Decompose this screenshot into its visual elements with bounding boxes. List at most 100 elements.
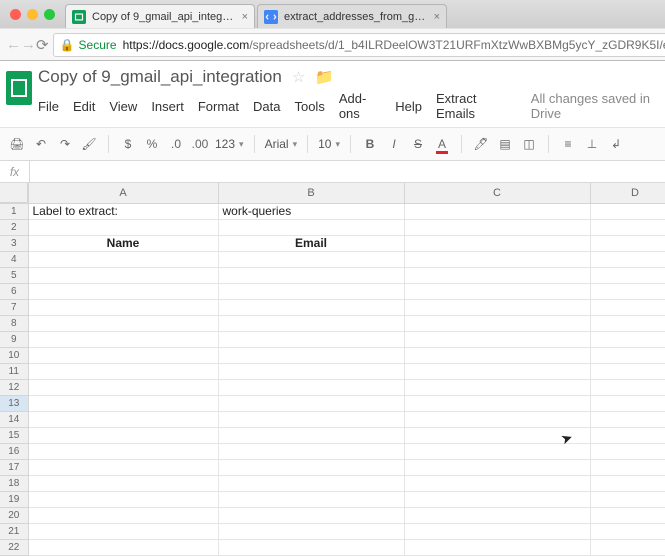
row-header[interactable]: 22 bbox=[0, 539, 28, 555]
cell[interactable] bbox=[218, 331, 404, 347]
borders-icon[interactable]: ▤ bbox=[496, 137, 514, 151]
cell[interactable] bbox=[590, 267, 665, 283]
number-format-select[interactable]: 123▾ bbox=[215, 137, 244, 151]
cell[interactable] bbox=[218, 507, 404, 523]
forward-button[interactable]: → bbox=[21, 36, 36, 53]
menu-view[interactable]: View bbox=[109, 99, 137, 114]
column-header[interactable]: A bbox=[28, 183, 218, 203]
bold-button[interactable]: B bbox=[361, 137, 379, 151]
cell[interactable] bbox=[590, 315, 665, 331]
reload-button[interactable]: ⟳ bbox=[36, 36, 49, 54]
back-button[interactable]: ← bbox=[6, 36, 21, 53]
cell[interactable] bbox=[28, 427, 218, 443]
address-bar[interactable]: 🔒 Secure https://docs.google.com /spread… bbox=[53, 33, 665, 57]
cell[interactable] bbox=[590, 475, 665, 491]
cell[interactable] bbox=[404, 427, 590, 443]
cell[interactable] bbox=[28, 283, 218, 299]
row-header[interactable]: 16 bbox=[0, 443, 28, 459]
row-header[interactable]: 11 bbox=[0, 363, 28, 379]
font-size-select[interactable]: 10▾ bbox=[318, 137, 340, 151]
cell[interactable] bbox=[28, 219, 218, 235]
cell[interactable] bbox=[218, 539, 404, 555]
merge-cells-icon[interactable]: ◫ bbox=[520, 137, 538, 151]
close-tab-icon[interactable]: × bbox=[434, 11, 440, 23]
cell[interactable] bbox=[28, 475, 218, 491]
cell[interactable] bbox=[218, 363, 404, 379]
cell[interactable] bbox=[404, 315, 590, 331]
row-header[interactable]: 3 bbox=[0, 235, 28, 251]
row-header[interactable]: 18 bbox=[0, 475, 28, 491]
cell[interactable]: Label to extract: bbox=[28, 203, 218, 219]
cell[interactable]: work-queries bbox=[218, 203, 404, 219]
select-all-corner[interactable] bbox=[0, 183, 28, 203]
cell[interactable] bbox=[404, 507, 590, 523]
cell[interactable]: Email bbox=[218, 235, 404, 251]
cell[interactable] bbox=[404, 331, 590, 347]
row-header[interactable]: 4 bbox=[0, 251, 28, 267]
cell[interactable] bbox=[218, 443, 404, 459]
cell[interactable] bbox=[590, 523, 665, 539]
cell[interactable] bbox=[28, 315, 218, 331]
cell[interactable] bbox=[404, 363, 590, 379]
row-header[interactable]: 15 bbox=[0, 427, 28, 443]
font-select[interactable]: Arial▾ bbox=[265, 137, 298, 151]
row-header[interactable]: 14 bbox=[0, 411, 28, 427]
browser-tab-active[interactable]: Copy of 9_gmail_api_integratio × bbox=[65, 4, 255, 28]
cell[interactable] bbox=[28, 539, 218, 555]
cell[interactable] bbox=[590, 347, 665, 363]
cell[interactable] bbox=[590, 363, 665, 379]
print-icon[interactable]: 🖨 bbox=[8, 137, 26, 151]
row-header[interactable]: 20 bbox=[0, 507, 28, 523]
maximize-window-button[interactable] bbox=[44, 9, 55, 20]
cell[interactable] bbox=[218, 283, 404, 299]
row-header[interactable]: 19 bbox=[0, 491, 28, 507]
cell[interactable] bbox=[404, 395, 590, 411]
cell[interactable] bbox=[28, 379, 218, 395]
star-icon[interactable]: ☆ bbox=[292, 68, 305, 86]
column-header[interactable]: C bbox=[404, 183, 590, 203]
cell[interactable] bbox=[28, 331, 218, 347]
cell[interactable] bbox=[218, 395, 404, 411]
menu-extract-emails[interactable]: Extract Emails bbox=[436, 91, 509, 121]
cell[interactable] bbox=[28, 251, 218, 267]
row-header[interactable]: 13 bbox=[0, 395, 28, 411]
menu-tools[interactable]: Tools bbox=[294, 99, 324, 114]
strikethrough-button[interactable]: S bbox=[409, 137, 427, 151]
cell[interactable] bbox=[590, 299, 665, 315]
redo-icon[interactable]: ↷ bbox=[56, 137, 74, 151]
row-header[interactable]: 12 bbox=[0, 379, 28, 395]
h-align-icon[interactable]: ≡ bbox=[559, 137, 577, 151]
row-header[interactable]: 7 bbox=[0, 299, 28, 315]
cell[interactable] bbox=[404, 459, 590, 475]
cell[interactable] bbox=[404, 411, 590, 427]
cell[interactable] bbox=[28, 411, 218, 427]
cell[interactable]: Name bbox=[28, 235, 218, 251]
folder-icon[interactable]: 📁 bbox=[315, 68, 334, 86]
close-window-button[interactable] bbox=[10, 9, 21, 20]
cell[interactable] bbox=[590, 507, 665, 523]
cell[interactable] bbox=[404, 379, 590, 395]
cell[interactable] bbox=[218, 299, 404, 315]
cell[interactable] bbox=[218, 251, 404, 267]
cell[interactable] bbox=[28, 491, 218, 507]
cell[interactable] bbox=[590, 379, 665, 395]
row-header[interactable]: 9 bbox=[0, 331, 28, 347]
menu-format[interactable]: Format bbox=[198, 99, 239, 114]
cell[interactable] bbox=[590, 331, 665, 347]
row-header[interactable]: 8 bbox=[0, 315, 28, 331]
cell[interactable] bbox=[404, 219, 590, 235]
row-header[interactable]: 10 bbox=[0, 347, 28, 363]
menu-file[interactable]: File bbox=[38, 99, 59, 114]
column-header[interactable]: D bbox=[590, 183, 665, 203]
menu-insert[interactable]: Insert bbox=[151, 99, 184, 114]
row-header[interactable]: 5 bbox=[0, 267, 28, 283]
formula-input[interactable] bbox=[30, 161, 665, 182]
column-header[interactable]: B bbox=[218, 183, 404, 203]
cell[interactable] bbox=[28, 267, 218, 283]
cell[interactable] bbox=[404, 251, 590, 267]
cell[interactable] bbox=[404, 491, 590, 507]
cell[interactable] bbox=[218, 475, 404, 491]
cell[interactable] bbox=[28, 347, 218, 363]
spreadsheet-grid[interactable]: A B C D 1Label to extract:work-queries23… bbox=[0, 183, 665, 556]
italic-button[interactable]: I bbox=[385, 137, 403, 151]
